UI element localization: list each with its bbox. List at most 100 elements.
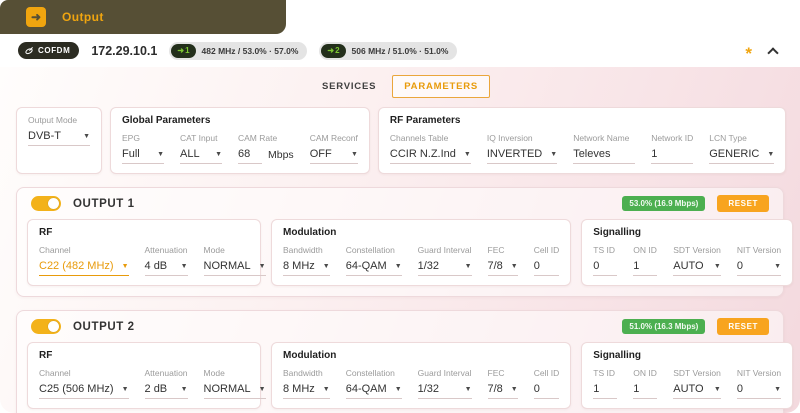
on-id-label: ON ID bbox=[633, 368, 657, 378]
rf-parameters-panel: RF Parameters Channels Table CCIR N.Z.In… bbox=[377, 107, 787, 174]
device-type-label: COFDM bbox=[38, 46, 71, 55]
tab-parameters[interactable]: PARAMETERS bbox=[392, 75, 491, 98]
output-2-ts-id-input[interactable]: 1 bbox=[593, 383, 618, 399]
output-2-fec-select[interactable]: 7/8 ▼ bbox=[487, 383, 518, 399]
field-nit-version: NIT Version 0 ▼ bbox=[736, 368, 782, 399]
ip-address: 172.29.10.1 bbox=[91, 43, 158, 58]
output1-status-pill: ➜ 1 482 MHz / 53.0% · 57.0% bbox=[169, 41, 308, 60]
guard-interval-label: Guard Interval bbox=[417, 368, 472, 378]
constellation-label: Constellation bbox=[345, 245, 395, 255]
bandwidth-value: 8 MHz bbox=[283, 383, 315, 395]
port-2-icon: ➜ 2 bbox=[321, 43, 346, 58]
guard-interval-value: 1/32 bbox=[417, 383, 440, 395]
network-id-input[interactable]: 1 bbox=[651, 148, 694, 164]
output-1-ts-id-input[interactable]: 0 bbox=[593, 260, 618, 276]
on-id-label: ON ID bbox=[633, 245, 657, 255]
on-id-value: 1 bbox=[633, 260, 640, 272]
output-mode-value: DVB-T bbox=[28, 130, 61, 142]
output-1-constellation-select[interactable]: 64-QAM ▼ bbox=[345, 260, 402, 276]
chevron-down-icon: ▼ bbox=[510, 385, 518, 393]
output-2-mode-select[interactable]: NORMAL ▼ bbox=[203, 383, 266, 399]
sdt-version-value: AUTO bbox=[673, 383, 704, 395]
output-1-rf-title: RF bbox=[39, 227, 53, 238]
output-2-reset-button[interactable]: RESET bbox=[717, 318, 769, 335]
output-1-nit-version-select[interactable]: 0 ▼ bbox=[736, 260, 782, 276]
chevron-down-icon: ▼ bbox=[180, 385, 188, 393]
iq-inversion-value: INVERTED bbox=[486, 148, 543, 160]
field-output-mode: Output Mode DVB-T ▼ bbox=[28, 115, 90, 146]
output-1-toggle[interactable] bbox=[31, 196, 61, 211]
tab-bar: SERVICES PARAMETERS bbox=[16, 75, 784, 98]
output-1-guard-interval-select[interactable]: 1/32 ▼ bbox=[417, 260, 472, 276]
output-1-attenuation-select[interactable]: 4 dB ▼ bbox=[144, 260, 188, 276]
field-mode: Mode NORMAL ▼ bbox=[203, 368, 266, 399]
output-1-channel-select[interactable]: C22 (482 MHz) ▼ bbox=[39, 260, 129, 276]
cell-id-label: Cell ID bbox=[533, 245, 560, 255]
cat-input-select[interactable]: ALL ▼ bbox=[180, 148, 222, 164]
epg-label: EPG bbox=[122, 133, 140, 143]
output-mode-select[interactable]: DVB-T ▼ bbox=[28, 130, 90, 146]
lcn-type-select[interactable]: GENERIC ▼ bbox=[709, 148, 775, 164]
output-2-bandwidth-select[interactable]: 8 MHz ▼ bbox=[283, 383, 330, 399]
bandwidth-label: Bandwidth bbox=[283, 245, 323, 255]
guard-interval-value: 1/32 bbox=[417, 260, 440, 272]
output-2-toggle[interactable] bbox=[31, 319, 61, 334]
network-id-label: Network ID bbox=[651, 133, 694, 143]
tab-services[interactable]: SERVICES bbox=[310, 75, 388, 98]
ts-id-value: 0 bbox=[593, 260, 600, 272]
on-id-value: 1 bbox=[633, 383, 640, 395]
constellation-value: 64-QAM bbox=[345, 260, 387, 272]
output-2-constellation-select[interactable]: 64-QAM ▼ bbox=[345, 383, 402, 399]
chevron-down-icon: ▼ bbox=[121, 262, 129, 270]
collapse-button[interactable] bbox=[764, 42, 782, 60]
constellation-label: Constellation bbox=[345, 368, 395, 378]
page-title: Output bbox=[62, 10, 104, 24]
output-2-on-id-input[interactable]: 1 bbox=[633, 383, 658, 399]
field-guard-interval: Guard Interval 1/32 ▼ bbox=[417, 245, 472, 276]
mode-value: NORMAL bbox=[203, 260, 251, 272]
cam-reconf-select[interactable]: OFF ▼ bbox=[309, 148, 358, 164]
output-1-fec-select[interactable]: 7/8 ▼ bbox=[487, 260, 518, 276]
iq-inversion-select[interactable]: INVERTED ▼ bbox=[486, 148, 558, 164]
output-1-mode-select[interactable]: NORMAL ▼ bbox=[203, 260, 266, 276]
field-channel: Channel C25 (506 MHz) ▼ bbox=[39, 368, 129, 399]
fec-label: FEC bbox=[487, 368, 505, 378]
fec-label: FEC bbox=[487, 245, 505, 255]
field-nit-version: NIT Version 0 ▼ bbox=[736, 245, 782, 276]
chevron-down-icon: ▼ bbox=[510, 262, 518, 270]
app-window: ➜ Output COFDM 172.29.10.1 ➜ 1 482 MHz / … bbox=[0, 0, 800, 413]
output-2-card: OUTPUT 2 51.0% (16.3 Mbps) RESET RF Chan… bbox=[16, 310, 794, 413]
output-1-bandwidth-select[interactable]: 8 MHz ▼ bbox=[283, 260, 330, 276]
output-1-cell-id-input[interactable]: 0 bbox=[533, 260, 560, 276]
field-channels-table: Channels Table CCIR N.Z.Ind ▼ bbox=[389, 133, 471, 164]
output-1-header: OUTPUT 1 53.0% (16.9 Mbps) RESET bbox=[27, 195, 773, 212]
output-1-reset-button[interactable]: RESET bbox=[717, 195, 769, 212]
output-1-sdt-version-select[interactable]: AUTO ▼ bbox=[673, 260, 721, 276]
toggle-knob bbox=[48, 321, 59, 332]
chevron-down-icon: ▼ bbox=[713, 262, 721, 270]
output-2-title: OUTPUT 2 bbox=[73, 320, 135, 333]
output-2-attenuation-select[interactable]: 2 dB ▼ bbox=[144, 383, 188, 399]
epg-select[interactable]: Full ▼ bbox=[122, 148, 164, 164]
module-title-bar: ➜ Output bbox=[0, 0, 286, 34]
ts-id-label: TS ID bbox=[593, 245, 615, 255]
cam-reconf-value: OFF bbox=[309, 148, 332, 160]
output-2-nit-version-select[interactable]: 0 ▼ bbox=[736, 383, 782, 399]
output-2-guard-interval-select[interactable]: 1/32 ▼ bbox=[417, 383, 472, 399]
output-1-on-id-input[interactable]: 1 bbox=[633, 260, 658, 276]
network-name-input[interactable]: Televes bbox=[573, 148, 636, 164]
cam-rate-input[interactable]: 68 bbox=[238, 148, 262, 164]
output-2-cell-id-input[interactable]: 0 bbox=[533, 383, 560, 399]
chevron-down-icon: ▼ bbox=[464, 262, 472, 270]
output-2-sdt-version-select[interactable]: AUTO ▼ bbox=[673, 383, 721, 399]
attenuation-label: Attenuation bbox=[144, 368, 188, 378]
bandwidth-label: Bandwidth bbox=[283, 368, 323, 378]
bandwidth-value: 8 MHz bbox=[283, 260, 315, 272]
iq-inversion-label: IQ Inversion bbox=[486, 133, 533, 143]
field-ts-id: TS ID 1 bbox=[593, 368, 618, 399]
network-id-value: 1 bbox=[651, 148, 658, 160]
output-2-channel-select[interactable]: C25 (506 MHz) ▼ bbox=[39, 383, 129, 399]
chevron-down-icon: ▼ bbox=[322, 262, 330, 270]
channels-table-select[interactable]: CCIR N.Z.Ind ▼ bbox=[389, 148, 471, 164]
global-parameters-title: Global Parameters bbox=[122, 115, 211, 126]
